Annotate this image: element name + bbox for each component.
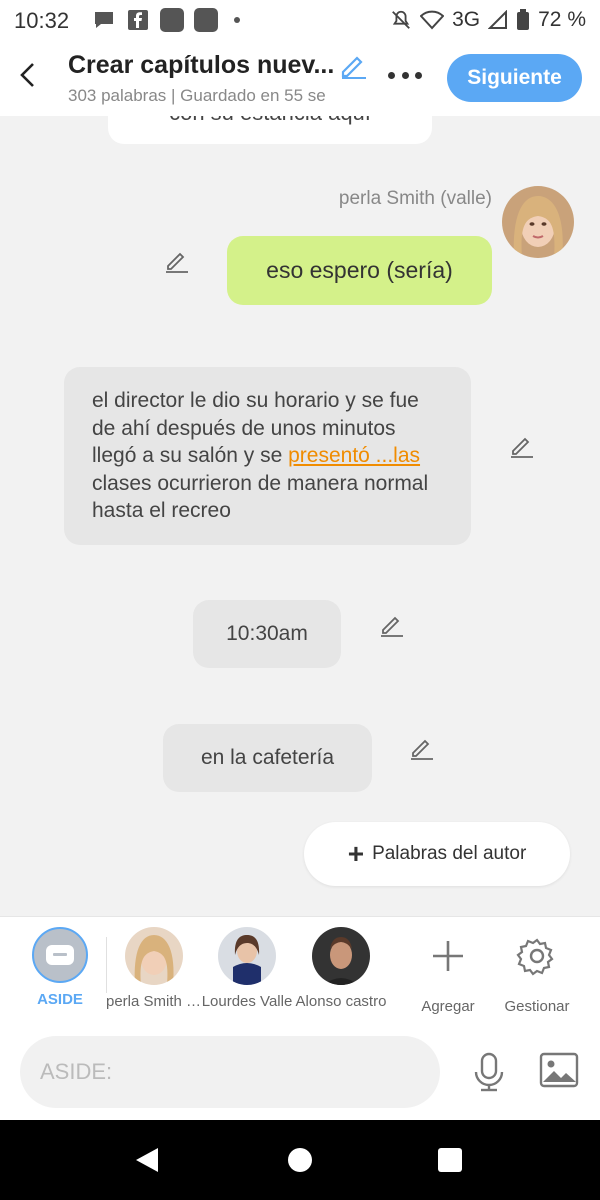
gear-icon [516, 938, 554, 976]
edit-pencil-icon[interactable] [408, 733, 436, 761]
more-options-icon[interactable] [388, 72, 422, 80]
nav-back-icon[interactable] [134, 1146, 162, 1174]
image-icon[interactable] [539, 1052, 579, 1090]
more-notifications-icon [234, 17, 240, 23]
word-count-status: 303 palabras | Guardado en 55 se [68, 86, 326, 105]
manage-characters-button[interactable]: Gestionar [489, 927, 585, 1015]
mute-icon [392, 10, 411, 29]
wifi-icon [420, 10, 445, 30]
microphone-icon[interactable] [468, 1050, 510, 1094]
network-type: 3G [452, 8, 481, 31]
edit-title-pencil-icon[interactable] [338, 50, 368, 80]
character-name: perla Smith (valle) [338, 188, 492, 209]
highlighted-text[interactable]: presentó ...las [288, 444, 420, 467]
character-label: ASIDE [37, 991, 83, 1008]
narration-bubble[interactable]: el director le dio su horario y se fue d… [64, 367, 471, 545]
chapter-title[interactable]: Crear capítulos nuev... [68, 51, 336, 80]
system-navigation-bar [0, 1120, 600, 1200]
add-author-words-button[interactable]: + Palabras del autor [304, 822, 570, 886]
character-label: Lourdes Valle [201, 993, 293, 1010]
manage-characters-label: Gestionar [504, 998, 570, 1015]
dialogue-bubble[interactable]: eso espero (sería) [227, 236, 492, 305]
plus-icon [433, 941, 463, 971]
character-aside[interactable]: ASIDE [12, 927, 108, 1008]
edit-pencil-icon[interactable] [163, 246, 191, 274]
add-author-words-label: Palabras del autor [372, 843, 527, 864]
avatar[interactable] [502, 186, 574, 258]
message-input[interactable] [20, 1036, 440, 1108]
notification-icons [92, 8, 240, 32]
plus-icon: + [347, 838, 365, 869]
chapter-header: Crear capítulos nuev... 303 palabras | G… [0, 42, 600, 116]
character-perla[interactable]: perla Smith (valle) [106, 927, 202, 1010]
character-lourdes[interactable]: Lourdes Valle [199, 927, 295, 1010]
back-arrow-icon[interactable] [14, 60, 44, 90]
character-label: perla Smith (valle) [106, 993, 202, 1010]
add-character-button[interactable]: Agregar [400, 927, 496, 1015]
signal-icon [488, 10, 508, 29]
next-button[interactable]: Siguiente [447, 54, 582, 102]
chat-area[interactable]: con su estancia aquí perla Smith (valle)… [0, 116, 600, 916]
add-character-label: Agregar [421, 998, 475, 1015]
app-notification-icon [160, 8, 184, 32]
edit-pencil-icon[interactable] [508, 431, 536, 459]
character-alonso[interactable]: Alonso castro [293, 927, 389, 1010]
battery-icon [517, 9, 530, 30]
system-icons: 3G 72 % [390, 8, 586, 32]
character-label: Alonso castro [295, 993, 387, 1010]
chat-notification-icon [95, 12, 113, 28]
edit-pencil-icon[interactable] [378, 610, 406, 638]
aside-icon [32, 927, 88, 983]
nav-recents-icon[interactable] [437, 1147, 463, 1173]
avatar [125, 927, 183, 985]
avatar [312, 927, 370, 985]
message-bubble[interactable]: con su estancia aquí [108, 116, 432, 144]
place-bubble[interactable]: en la cafetería [163, 724, 372, 792]
avatar [218, 927, 276, 985]
status-time: 10:32 [14, 8, 70, 33]
status-bar: 10:32 3G 72 % [0, 0, 600, 42]
app-notification-icon [194, 8, 218, 32]
composer-bar [0, 1024, 600, 1120]
narration-text-end: clases ocurrieron de manera normal hasta… [92, 471, 429, 523]
nav-home-icon[interactable] [287, 1147, 313, 1173]
facebook-icon [128, 10, 148, 30]
battery-level: 72 % [538, 8, 586, 31]
time-bubble[interactable]: 10:30am [193, 600, 341, 668]
character-selector: ASIDE perla Smith (valle) Lourdes Valle … [0, 916, 600, 1025]
